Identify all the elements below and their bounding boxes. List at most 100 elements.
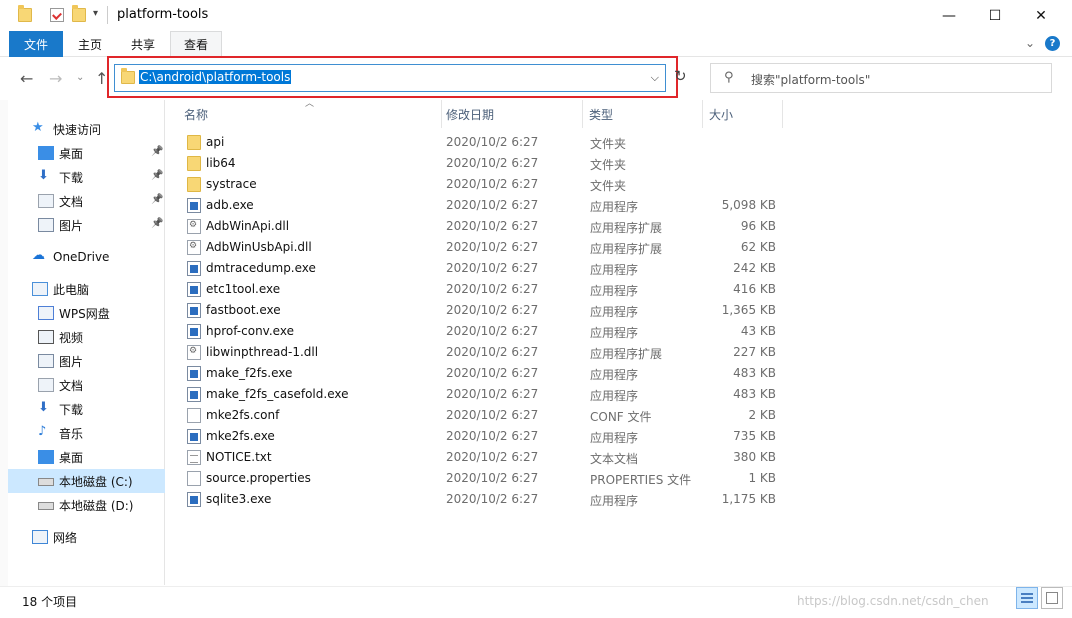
doc-file-icon xyxy=(187,408,201,423)
file-row[interactable]: source.properties 2020/10/2 6:27 PROPERTIE… xyxy=(182,468,782,489)
properties-icon[interactable] xyxy=(50,8,64,22)
file-size: 735 KB xyxy=(733,429,776,443)
download-icon: ⬇ xyxy=(38,168,49,183)
address-dropdown-icon[interactable]: ⌵ xyxy=(651,71,659,85)
sidebar-item[interactable]: 文档 xyxy=(8,373,165,397)
quick-access-dropdown-icon[interactable]: ▾ xyxy=(93,8,98,19)
file-row[interactable]: adb.exe 2020/10/2 6:27 应用程序 5,098 KB xyxy=(182,195,782,216)
new-folder-icon[interactable] xyxy=(72,5,86,22)
column-date[interactable]: 修改日期 xyxy=(440,100,583,128)
search-box[interactable]: ⚲ 搜索"platform-tools" xyxy=(710,63,1052,93)
forward-button[interactable]: → xyxy=(49,69,62,88)
file-size: 1,365 KB xyxy=(721,303,776,317)
recent-locations-icon[interactable]: ⌄ xyxy=(76,72,84,83)
sidebar-item[interactable]: 桌面 📌 xyxy=(8,141,165,165)
large-icons-view-button[interactable] xyxy=(1041,587,1063,609)
pin-icon: 📌 xyxy=(151,170,164,181)
sidebar-item[interactable]: 本地磁盘 (D:) xyxy=(8,493,165,517)
tab-view[interactable]: 查看 xyxy=(170,31,222,57)
file-row[interactable]: libwinpthread-1.dll 2020/10/2 6:27 应用程序扩展 2… xyxy=(182,342,782,363)
sidebar-item[interactable]: ☁ OneDrive xyxy=(8,245,165,269)
sidebar-item[interactable]: WPS网盘 xyxy=(8,301,165,325)
file-name: api xyxy=(206,135,225,149)
refresh-button[interactable]: ↻ xyxy=(674,67,687,85)
sidebar-item[interactable]: 文档 📌 xyxy=(8,189,165,213)
exe-file-icon xyxy=(187,492,201,507)
file-row[interactable]: systrace 2020/10/2 6:27 文件夹 xyxy=(182,174,782,195)
address-bar[interactable]: C:\android\platform-tools ⌵ xyxy=(114,64,666,92)
sidebar-item[interactable]: 图片 📌 xyxy=(8,213,165,237)
file-type: 应用程序 xyxy=(590,431,639,445)
help-icon[interactable]: ? xyxy=(1045,36,1060,51)
sidebar-item[interactable]: ★ 快速访问 xyxy=(8,117,165,141)
file-row[interactable]: hprof-conv.exe 2020/10/2 6:27 应用程序 43 KB xyxy=(182,321,782,342)
file-name: adb.exe xyxy=(206,198,254,212)
sidebar-item-label: 文档 xyxy=(59,378,84,393)
watermark-text: https://blog.csdn.net/csdn_chen xyxy=(797,594,989,608)
minimize-button[interactable]: — xyxy=(926,0,972,31)
maximize-button[interactable]: ☐ xyxy=(972,0,1018,31)
file-row[interactable]: AdbWinUsbApi.dll 2020/10/2 6:27 应用程序扩展 62 K… xyxy=(182,237,782,258)
file-size: 242 KB xyxy=(733,261,776,275)
address-input[interactable]: C:\android\platform-tools xyxy=(139,70,292,84)
file-row[interactable]: api 2020/10/2 6:27 文件夹 xyxy=(182,132,782,153)
sidebar-item[interactable]: ⬇ 下载 xyxy=(8,397,165,421)
sidebar-item[interactable]: 网络 xyxy=(8,525,165,549)
file-row[interactable]: etc1tool.exe 2020/10/2 6:27 应用程序 416 KB xyxy=(182,279,782,300)
file-row[interactable]: dmtracedump.exe 2020/10/2 6:27 应用程序 242 KB xyxy=(182,258,782,279)
sidebar-item[interactable]: ⬇ 下载 📌 xyxy=(8,165,165,189)
file-size: 43 KB xyxy=(740,324,776,338)
file-date: 2020/10/2 6:27 xyxy=(446,387,539,401)
close-button[interactable]: ✕ xyxy=(1018,0,1064,31)
file-type: 文件夹 xyxy=(590,158,627,172)
tab-share[interactable]: 共享 xyxy=(117,31,169,57)
sidebar-item[interactable]: 此电脑 xyxy=(8,277,165,301)
pin-icon: 📌 xyxy=(151,218,164,229)
folder-file-icon xyxy=(187,156,201,171)
folder-icon xyxy=(121,68,135,84)
sidebar-item-label: 文档 xyxy=(59,194,84,209)
file-row[interactable]: AdbWinApi.dll 2020/10/2 6:27 应用程序扩展 96 KB xyxy=(182,216,782,237)
doc-file-icon xyxy=(187,471,201,486)
drive-icon xyxy=(38,502,54,510)
sidebar-item[interactable]: 视频 xyxy=(8,325,165,349)
back-button[interactable]: ← xyxy=(20,69,33,88)
file-row[interactable]: fastboot.exe 2020/10/2 6:27 应用程序 1,365 KB xyxy=(182,300,782,321)
file-date: 2020/10/2 6:27 xyxy=(446,282,539,296)
sidebar-item[interactable]: 图片 xyxy=(8,349,165,373)
txt-file-icon xyxy=(187,450,201,465)
sidebar-item[interactable]: 桌面 xyxy=(8,445,165,469)
file-row[interactable]: make_f2fs.exe 2020/10/2 6:27 应用程序 483 KB xyxy=(182,363,782,384)
sidebar-item-label: WPS网盘 xyxy=(59,306,110,321)
ribbon-collapse-icon[interactable]: ⌄ xyxy=(1025,36,1035,50)
file-date: 2020/10/2 6:27 xyxy=(446,240,539,254)
sidebar-item-label: 快速访问 xyxy=(53,122,102,137)
tab-home[interactable]: 主页 xyxy=(64,31,116,57)
sidebar-item[interactable]: ♪ 音乐 xyxy=(8,421,165,445)
file-row[interactable]: NOTICE.txt 2020/10/2 6:27 文本文档 380 KB xyxy=(182,447,782,468)
file-date: 2020/10/2 6:27 xyxy=(446,198,539,212)
tab-file[interactable]: 文件 xyxy=(9,31,63,57)
sidebar-item-label: 图片 xyxy=(59,218,84,233)
file-type: 应用程序 xyxy=(590,326,639,340)
column-size[interactable]: 大小 xyxy=(703,100,783,128)
details-view-button[interactable] xyxy=(1016,587,1038,609)
file-row[interactable]: sqlite3.exe 2020/10/2 6:27 应用程序 1,175 KB xyxy=(182,489,782,510)
file-type: 应用程序 xyxy=(590,389,639,403)
exe-file-icon xyxy=(187,387,201,402)
sidebar-item[interactable]: 本地磁盘 (C:) xyxy=(8,469,165,493)
search-input[interactable]: 搜索"platform-tools" xyxy=(751,71,870,88)
file-row[interactable]: mke2fs.exe 2020/10/2 6:27 应用程序 735 KB xyxy=(182,426,782,447)
file-date: 2020/10/2 6:27 xyxy=(446,156,539,170)
file-name: AdbWinApi.dll xyxy=(206,219,290,233)
file-row[interactable]: mke2fs.conf 2020/10/2 6:27 CONF 文件 2 KB xyxy=(182,405,782,426)
sidebar-item-label: OneDrive xyxy=(53,250,110,264)
file-size: 5,098 KB xyxy=(721,198,776,212)
column-type[interactable]: 类型 xyxy=(583,100,703,128)
exe-file-icon xyxy=(187,429,201,444)
file-name: fastboot.exe xyxy=(206,303,281,317)
file-row[interactable]: lib64 2020/10/2 6:27 文件夹 xyxy=(182,153,782,174)
ribbon-tabs: 文件 主页 共享 查看 ⌄ ? xyxy=(0,31,1072,57)
file-type: 应用程序 xyxy=(590,305,639,319)
file-row[interactable]: make_f2fs_casefold.exe 2020/10/2 6:27 应用程序… xyxy=(182,384,782,405)
